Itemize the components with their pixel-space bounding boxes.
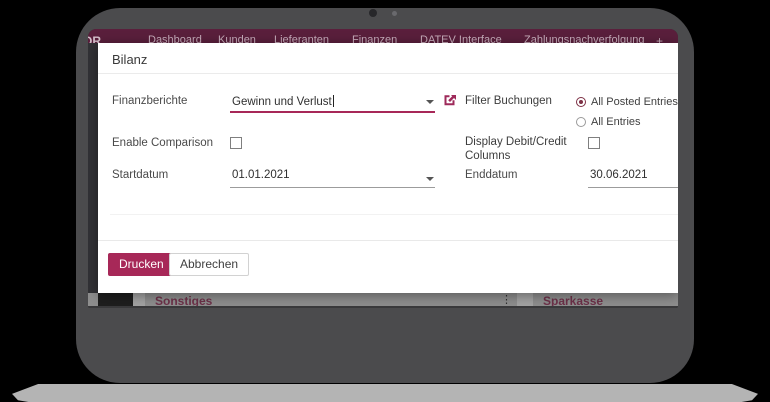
- radio-all-posted-entries[interactable]: All Posted Entries: [576, 93, 678, 109]
- app-menubar: OR Dashboard Kunden Lieferanten Finanzen…: [88, 29, 678, 43]
- finanzberichte-select[interactable]: Gewinn und Verlust: [230, 92, 435, 111]
- brand-logo: OR: [88, 34, 101, 43]
- enddatum-label: Enddatum: [465, 169, 517, 181]
- column-gap: [133, 293, 145, 306]
- screenshot-canvas: OR Dashboard Kunden Lieferanten Finanzen…: [0, 0, 770, 402]
- external-link-icon[interactable]: [444, 94, 457, 107]
- dimmed-dark-cell: [98, 293, 133, 306]
- kebab-menu-icon: ⋮: [501, 293, 512, 306]
- chevron-down-icon[interactable]: [426, 177, 434, 181]
- menu-item-finanzen[interactable]: Finanzen: [352, 34, 397, 43]
- input-underline: [588, 187, 678, 188]
- finanzberichte-value: Gewinn und Verlust: [232, 95, 334, 108]
- column-gap: [517, 293, 533, 306]
- content-divider: [110, 214, 678, 215]
- menu-item-lieferanten[interactable]: Lieferanten: [274, 34, 329, 43]
- bilanz-modal: Bilanz Finanzberichte Gewinn und Verlust…: [98, 43, 678, 293]
- enable-comparison-checkbox[interactable]: [230, 137, 242, 149]
- startdatum-label: Startdatum: [112, 169, 168, 181]
- abbrechen-button[interactable]: Abbrechen: [169, 253, 249, 276]
- chevron-down-icon[interactable]: [426, 100, 434, 104]
- modal-title: Bilanz: [112, 52, 147, 67]
- radio-selected-icon[interactable]: [576, 97, 586, 107]
- radio-all-entries[interactable]: All Entries: [576, 113, 641, 129]
- text-cursor: [333, 95, 334, 107]
- startdatum-value[interactable]: 01.01.2021: [232, 169, 290, 181]
- header-divider: [98, 73, 678, 74]
- menu-item-dashboard[interactable]: Dashboard: [148, 34, 202, 43]
- camera-icon: [369, 9, 377, 17]
- footer-divider: [98, 240, 678, 241]
- menu-item-datev-interface[interactable]: DATEV Interface: [420, 34, 502, 43]
- add-menu-icon[interactable]: +: [656, 34, 663, 43]
- menu-item-kunden[interactable]: Kunden: [218, 34, 256, 43]
- debit-credit-checkbox[interactable]: [588, 137, 600, 149]
- finanzberichte-label: Finanzberichte: [112, 95, 187, 107]
- input-underline: [230, 111, 435, 113]
- screen: OR Dashboard Kunden Lieferanten Finanzen…: [88, 29, 678, 308]
- drucken-button[interactable]: Drucken: [108, 253, 175, 276]
- filter-buchungen-label: Filter Buchungen: [465, 95, 552, 107]
- camera-led-icon: [392, 11, 397, 16]
- enable-comparison-label: Enable Comparison: [112, 137, 213, 149]
- screen-bottom-edge: [88, 306, 678, 308]
- menu-item-zahlungsnachverfolgung[interactable]: Zahlungsnachverfolgung: [524, 34, 644, 43]
- radio-unselected-icon[interactable]: [576, 117, 586, 127]
- input-underline: [230, 187, 435, 188]
- enddatum-value[interactable]: 30.06.2021: [590, 169, 648, 181]
- laptop-base: [12, 384, 758, 402]
- debit-credit-label: Display Debit/Credit Columns: [465, 135, 577, 163]
